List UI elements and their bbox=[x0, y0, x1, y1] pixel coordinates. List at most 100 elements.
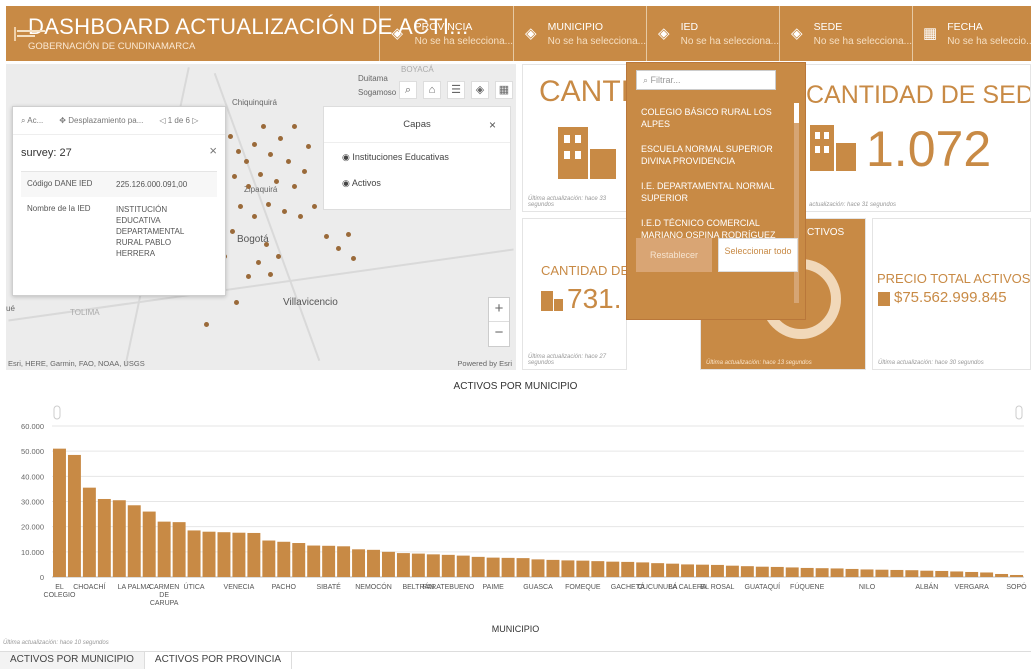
bar[interactable] bbox=[995, 573, 1009, 577]
zoom-to-action[interactable]: ⌕ Ac... bbox=[21, 116, 43, 126]
bar[interactable] bbox=[292, 543, 306, 577]
filter-sede[interactable]: ◈ SEDE No se ha selecciona... bbox=[780, 6, 913, 61]
bar[interactable] bbox=[860, 569, 874, 577]
bar[interactable] bbox=[82, 487, 96, 577]
bar[interactable] bbox=[815, 568, 829, 577]
bar[interactable] bbox=[486, 557, 500, 577]
bar[interactable] bbox=[666, 563, 680, 577]
bar[interactable] bbox=[636, 562, 650, 577]
bar[interactable] bbox=[531, 559, 545, 577]
pager[interactable]: ◁ 1 de 6 ▷ bbox=[159, 116, 198, 125]
bar[interactable] bbox=[322, 545, 336, 577]
eye-icon[interactable]: ◉ bbox=[342, 152, 352, 162]
bar[interactable] bbox=[651, 563, 665, 577]
bar[interactable] bbox=[770, 566, 784, 577]
bar[interactable] bbox=[965, 571, 979, 577]
bar[interactable] bbox=[262, 540, 276, 577]
bar[interactable] bbox=[157, 521, 171, 577]
bar[interactable] bbox=[740, 566, 754, 577]
bar[interactable] bbox=[247, 532, 261, 577]
bar[interactable] bbox=[935, 570, 949, 577]
scrollbar[interactable] bbox=[794, 103, 799, 303]
layer-item[interactable]: ◉ Activos bbox=[324, 169, 510, 195]
zoom-in-button[interactable]: + bbox=[489, 298, 509, 322]
bar[interactable] bbox=[845, 568, 859, 577]
filter-ied[interactable]: ◈ IED No se ha selecciona... bbox=[647, 6, 780, 61]
bar[interactable] bbox=[696, 564, 709, 577]
bar[interactable] bbox=[681, 564, 695, 577]
layers-icon[interactable]: ◈ bbox=[471, 81, 489, 99]
basemap-gallery-icon[interactable]: ▦ bbox=[495, 81, 513, 99]
bar[interactable] bbox=[381, 551, 395, 577]
bar[interactable] bbox=[755, 566, 769, 577]
home-icon[interactable]: ⌂ bbox=[423, 81, 441, 99]
bar[interactable] bbox=[217, 532, 231, 577]
bar[interactable] bbox=[456, 555, 470, 577]
ied-option[interactable]: COLEGIO BÁSICO RURAL LOS ALPES bbox=[627, 101, 797, 138]
bar[interactable] bbox=[710, 564, 724, 577]
bar[interactable] bbox=[441, 554, 455, 577]
attribute-key: Nombre de la IED bbox=[27, 204, 91, 213]
bar[interactable] bbox=[426, 554, 440, 577]
bar[interactable] bbox=[591, 561, 605, 577]
bar[interactable] bbox=[142, 511, 156, 577]
bar[interactable] bbox=[411, 553, 425, 577]
range-handle-left[interactable] bbox=[53, 405, 61, 420]
bar[interactable] bbox=[277, 541, 291, 577]
bar[interactable] bbox=[920, 570, 934, 577]
bar[interactable] bbox=[337, 546, 351, 577]
bar[interactable] bbox=[606, 561, 620, 577]
ied-option[interactable]: ESCUELA NORMAL SUPERIOR DIVINA PROVIDENC… bbox=[627, 138, 797, 175]
range-handle-right[interactable] bbox=[1015, 405, 1023, 420]
bar[interactable] bbox=[367, 549, 380, 577]
select-all-button[interactable]: Seleccionar todo bbox=[718, 238, 798, 272]
bar[interactable] bbox=[501, 557, 515, 577]
ied-option[interactable]: I.E. DEPARTAMENTAL NORMAL SUPERIOR bbox=[627, 175, 797, 212]
bar[interactable] bbox=[890, 569, 904, 577]
tab-activos-por-municipio[interactable]: ACTIVOS POR MUNICIPIO bbox=[0, 652, 145, 669]
bar[interactable] bbox=[546, 559, 560, 577]
bar[interactable] bbox=[950, 571, 964, 577]
bar[interactable] bbox=[471, 556, 485, 577]
search-icon[interactable]: ⌕ bbox=[399, 81, 417, 99]
bar[interactable] bbox=[576, 560, 590, 577]
filter-search-input[interactable]: ⌕ Filtrar... bbox=[636, 70, 776, 90]
bar[interactable] bbox=[97, 498, 111, 577]
bar[interactable] bbox=[725, 565, 739, 577]
map-view[interactable]: Duitama BOYACÁ Sogamoso Chiquinquirá Zip… bbox=[6, 64, 516, 370]
zoom-out-button[interactable]: − bbox=[489, 322, 509, 346]
filter-provincia[interactable]: ◈ PROVINCIA No se ha selecciona... bbox=[380, 6, 514, 61]
bar[interactable] bbox=[875, 569, 889, 577]
bar[interactable] bbox=[307, 545, 321, 577]
filter-fecha[interactable]: ▦ FECHA No se ha seleccio... bbox=[913, 6, 1031, 61]
bar[interactable] bbox=[830, 568, 844, 577]
bar[interactable] bbox=[785, 567, 799, 577]
bar[interactable] bbox=[1010, 574, 1023, 577]
layer-item[interactable]: ◉ Instituciones Educativas bbox=[324, 143, 510, 169]
filter-municipio[interactable]: ◈ MUNICIPIO No se ha selecciona... bbox=[514, 6, 647, 61]
bar[interactable] bbox=[396, 553, 410, 577]
bar[interactable] bbox=[112, 500, 126, 577]
bar[interactable] bbox=[905, 570, 919, 577]
bar[interactable] bbox=[800, 567, 814, 577]
reset-button[interactable]: Restablecer bbox=[636, 238, 712, 272]
powered-by[interactable]: Powered by Esri bbox=[457, 359, 512, 368]
bar[interactable] bbox=[561, 560, 575, 577]
eye-icon[interactable]: ◉ bbox=[342, 178, 352, 188]
bar[interactable] bbox=[980, 572, 994, 577]
close-icon[interactable]: × bbox=[209, 143, 217, 158]
bar[interactable] bbox=[127, 505, 141, 577]
pan-to-action[interactable]: ✥ Desplazamiento pa... bbox=[59, 116, 143, 125]
close-icon[interactable]: × bbox=[489, 118, 496, 132]
bar[interactable] bbox=[187, 530, 201, 577]
bar[interactable] bbox=[232, 532, 246, 577]
list-icon[interactable]: ☰ bbox=[447, 81, 465, 99]
bar[interactable] bbox=[516, 558, 530, 577]
bar[interactable] bbox=[352, 549, 366, 577]
tab-activos-por-provincia[interactable]: ACTIVOS POR PROVINCIA bbox=[145, 652, 293, 669]
bar[interactable] bbox=[53, 448, 66, 577]
bar[interactable] bbox=[202, 531, 216, 577]
bar[interactable] bbox=[172, 522, 186, 577]
bar[interactable] bbox=[67, 454, 81, 577]
bar[interactable] bbox=[621, 561, 635, 577]
